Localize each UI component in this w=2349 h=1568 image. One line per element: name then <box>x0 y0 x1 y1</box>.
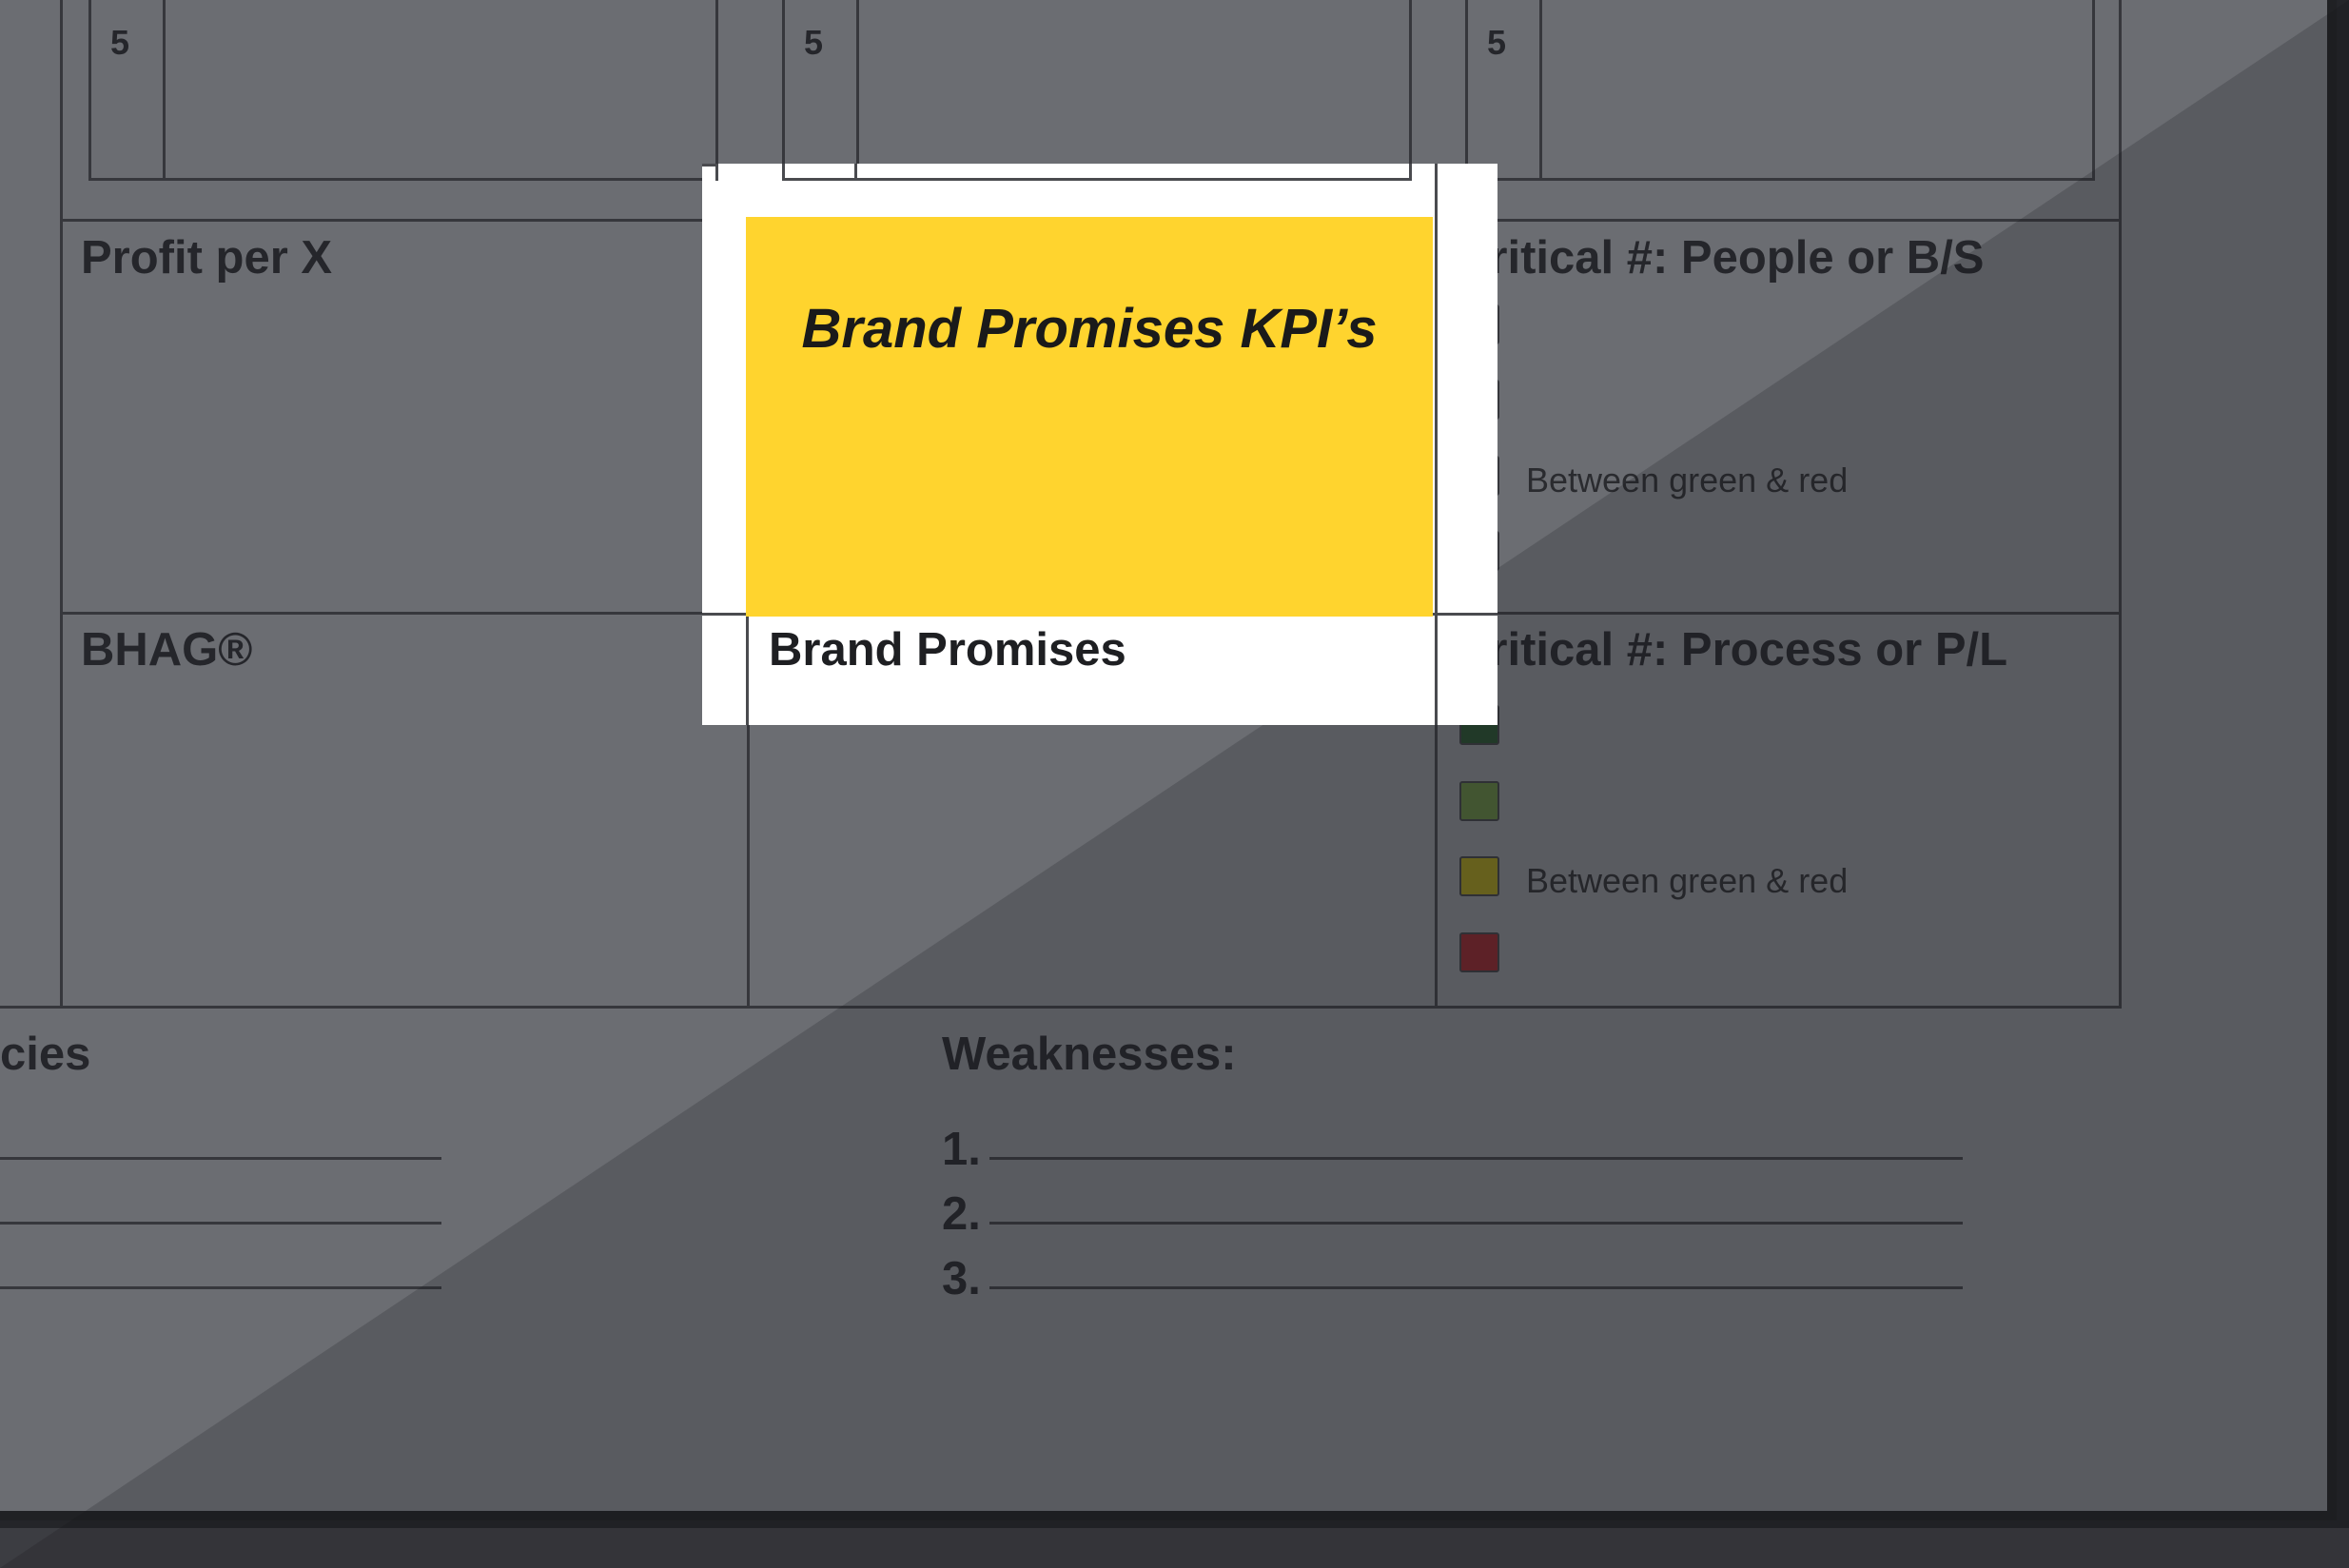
top-box-number: 5 <box>1487 23 1507 62</box>
top-box-number: 5 <box>804 23 824 62</box>
top-box-2: 5 <box>782 0 1412 181</box>
grid-line <box>60 0 63 223</box>
answer-line <box>0 1222 441 1225</box>
critical-process-title: Critical #: Process or P/L <box>1456 624 2008 676</box>
grid-line <box>0 1006 2122 1009</box>
weaknesses-heading: Weaknesses: <box>942 1029 1237 1080</box>
top-box-number: 5 <box>110 23 130 62</box>
brand-promises-title: Brand Promises <box>769 624 1126 676</box>
weakness-line <box>989 1157 1963 1160</box>
kpi-title: Brand Promises KPI’s <box>801 298 1378 360</box>
weakness-item-number: 1. <box>942 1124 981 1175</box>
status-light-green-square <box>1459 781 1499 821</box>
weakness-item-number: 2. <box>942 1188 981 1240</box>
bhag-title: BHAG® <box>81 624 253 676</box>
profit-per-x-title: Profit per X <box>81 232 333 284</box>
status-red-square <box>1459 932 1499 972</box>
left-partial-heading: cies <box>0 1029 91 1080</box>
top-box-1: 5 <box>88 0 718 181</box>
answer-line <box>0 1286 441 1289</box>
weakness-line <box>989 1286 1963 1289</box>
status-yellow-square <box>1459 856 1499 896</box>
weakness-item-number: 3. <box>942 1253 981 1304</box>
grid-line <box>2119 0 2122 223</box>
legend-between-text: Between green & red <box>1526 861 1849 900</box>
answer-line <box>0 1157 441 1160</box>
grid-line <box>2119 219 2122 1009</box>
lower-band <box>0 1528 2349 1568</box>
brand-promises-kpi-box: Brand Promises KPI’s <box>746 217 1433 617</box>
spotlight-region: Brand Promises KPI’s Brand Promises <box>702 164 1497 725</box>
top-box-3: 5 <box>1465 0 2095 181</box>
critical-people-title: Critical #: People or B/S <box>1456 232 1985 284</box>
grid-line <box>60 219 63 1009</box>
weakness-line <box>989 1222 1963 1225</box>
legend-between-text: Between green & red <box>1526 461 1849 500</box>
